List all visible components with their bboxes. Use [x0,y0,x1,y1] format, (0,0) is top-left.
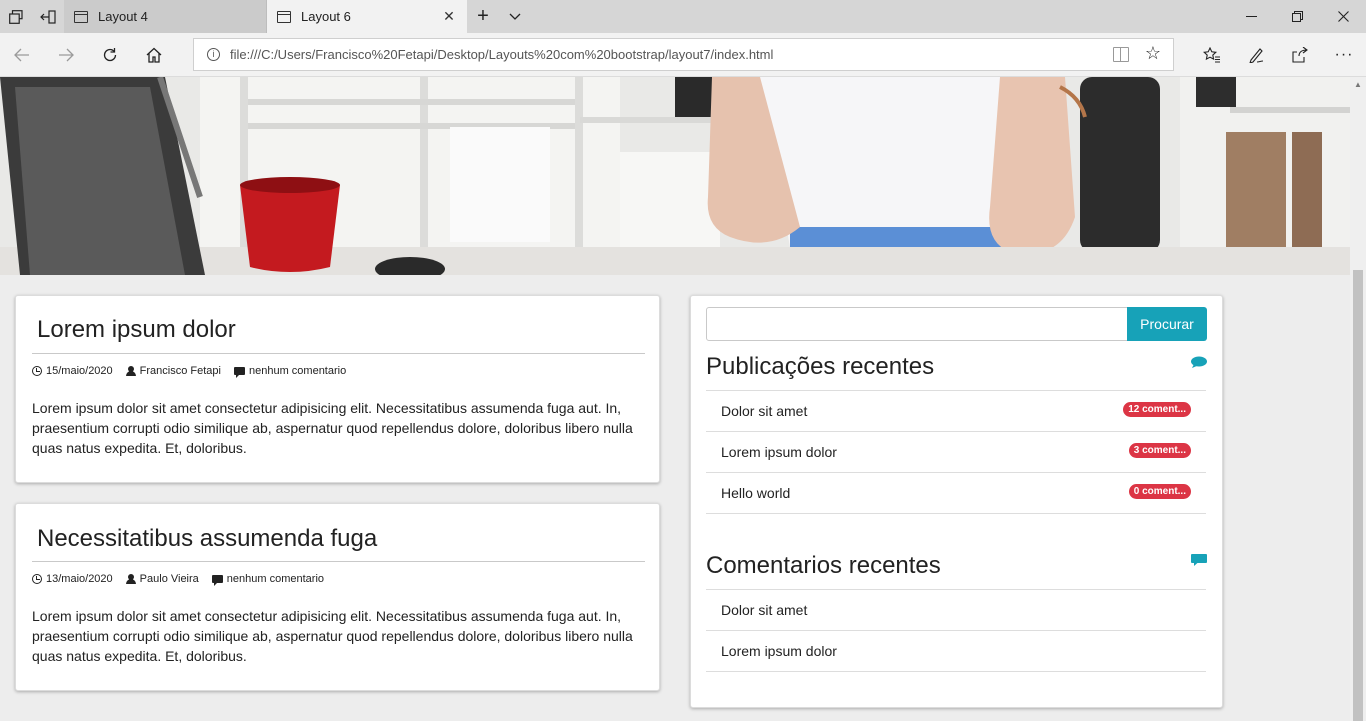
post-title[interactable]: Lorem ipsum dolor [37,316,236,344]
comment-icon [211,575,223,586]
list-item[interactable]: Dolor sit amet [706,590,1206,631]
refresh-icon[interactable] [88,33,132,77]
favorites-icon[interactable] [1190,33,1234,77]
pen-icon[interactable] [1234,33,1278,77]
post-author: Francisco Fetapi [139,365,221,377]
browser-toolbar: i file:///C:/Users/Francisco%20Fetapi/De… [0,33,1366,77]
minimize-icon[interactable] [1228,0,1274,33]
recent-comments-list: Dolor sit amet Lorem ipsum dolor [706,589,1206,672]
post-card: Lorem ipsum dolor 15/maio/2020 Francisco… [15,295,660,483]
tab-label: Layout 4 [98,9,148,24]
tab-layout-6[interactable]: Layout 6 ✕ [267,0,467,33]
list-item-label: Lorem ipsum dolor [721,643,837,659]
comment-icon [233,367,245,378]
favorite-star-icon[interactable]: ☆ [1145,43,1161,64]
post-date: 15/maio/2020 [46,365,113,377]
new-tab-icon[interactable]: + [467,0,499,33]
comment-icon [1191,554,1207,566]
sidebar-card: Procurar Publicações recentes Dolor sit … [690,295,1223,708]
clock-icon [32,574,42,584]
comment-count-badge: 12 coment... [1123,402,1191,417]
post-title[interactable]: Necessitatibus assumenda fuga [37,525,377,553]
post-card: Necessitatibus assumenda fuga 13/maio/20… [15,503,660,691]
address-bar[interactable]: i file:///C:/Users/Francisco%20Fetapi/De… [193,38,1174,71]
browser-tab-bar: Layout 4 Layout 6 ✕ + [0,0,1366,33]
list-item[interactable]: Dolor sit amet 12 coment... [706,391,1206,432]
recent-comments-title: Comentarios recentes [706,552,941,579]
search-input[interactable] [706,307,1128,341]
list-item-label: Dolor sit amet [721,602,808,618]
divider [32,353,645,354]
share-icon[interactable] [1278,33,1322,77]
post-meta: 15/maio/2020 Francisco Fetapi nenhum com… [32,365,359,378]
post-date: 13/maio/2020 [46,573,113,585]
set-tabs-aside-icon[interactable] [32,0,64,33]
home-icon[interactable] [132,33,176,77]
post-author: Paulo Vieira [139,573,199,585]
recent-posts-list: Dolor sit amet 12 coment... Lorem ipsum … [706,390,1206,514]
post-body: Lorem ipsum dolor sit amet consectetur a… [32,400,633,456]
scroll-up-icon[interactable]: ▲ [1350,77,1366,93]
list-item[interactable]: Hello world 0 coment... [706,473,1206,514]
recent-posts-title: Publicações recentes [706,353,935,380]
user-icon [125,366,136,376]
hero-image [0,77,1350,275]
comment-count-badge: 0 coment... [1128,484,1191,499]
restore-icon[interactable] [1274,0,1320,33]
back-arrow-icon[interactable] [0,33,44,77]
list-item-label: Lorem ipsum dolor [721,444,837,460]
list-item[interactable]: Lorem ipsum dolor [706,631,1206,672]
comment-count-badge: 3 coment... [1128,443,1191,458]
info-icon[interactable]: i [207,48,220,61]
divider [32,561,645,562]
page-scrollbar[interactable]: ▲ [1350,77,1366,721]
post-comments: nenhum comentario [226,573,325,585]
close-window-icon[interactable] [1320,0,1366,33]
tab-layout-4[interactable]: Layout 4 [64,0,267,33]
user-icon [125,574,136,584]
close-tab-icon[interactable]: ✕ [441,8,457,24]
chevron-down-icon[interactable] [499,0,531,33]
list-item-label: Dolor sit amet [721,403,808,419]
post-meta: 13/maio/2020 Paulo Vieira nenhum comenta… [32,573,337,586]
post-body: Lorem ipsum dolor sit amet consectetur a… [32,608,633,664]
post-comments: nenhum comentario [248,365,347,377]
reading-view-icon[interactable] [1113,47,1129,62]
list-item[interactable]: Lorem ipsum dolor 3 coment... [706,432,1206,473]
scrollbar-thumb[interactable] [1353,270,1363,721]
url-text: file:///C:/Users/Francisco%20Fetapi/Desk… [230,47,774,62]
page-icon [74,10,88,23]
list-item-label: Hello world [721,485,791,501]
tab-label: Layout 6 [301,9,351,24]
forward-arrow-icon[interactable] [44,33,88,77]
chat-bubble-icon [1191,356,1207,368]
search-button[interactable]: Procurar [1127,307,1207,341]
more-options-icon[interactable]: ··· [1322,33,1366,77]
page-icon [277,10,291,23]
clock-icon [32,366,42,376]
tab-actions-icon[interactable] [0,0,32,33]
